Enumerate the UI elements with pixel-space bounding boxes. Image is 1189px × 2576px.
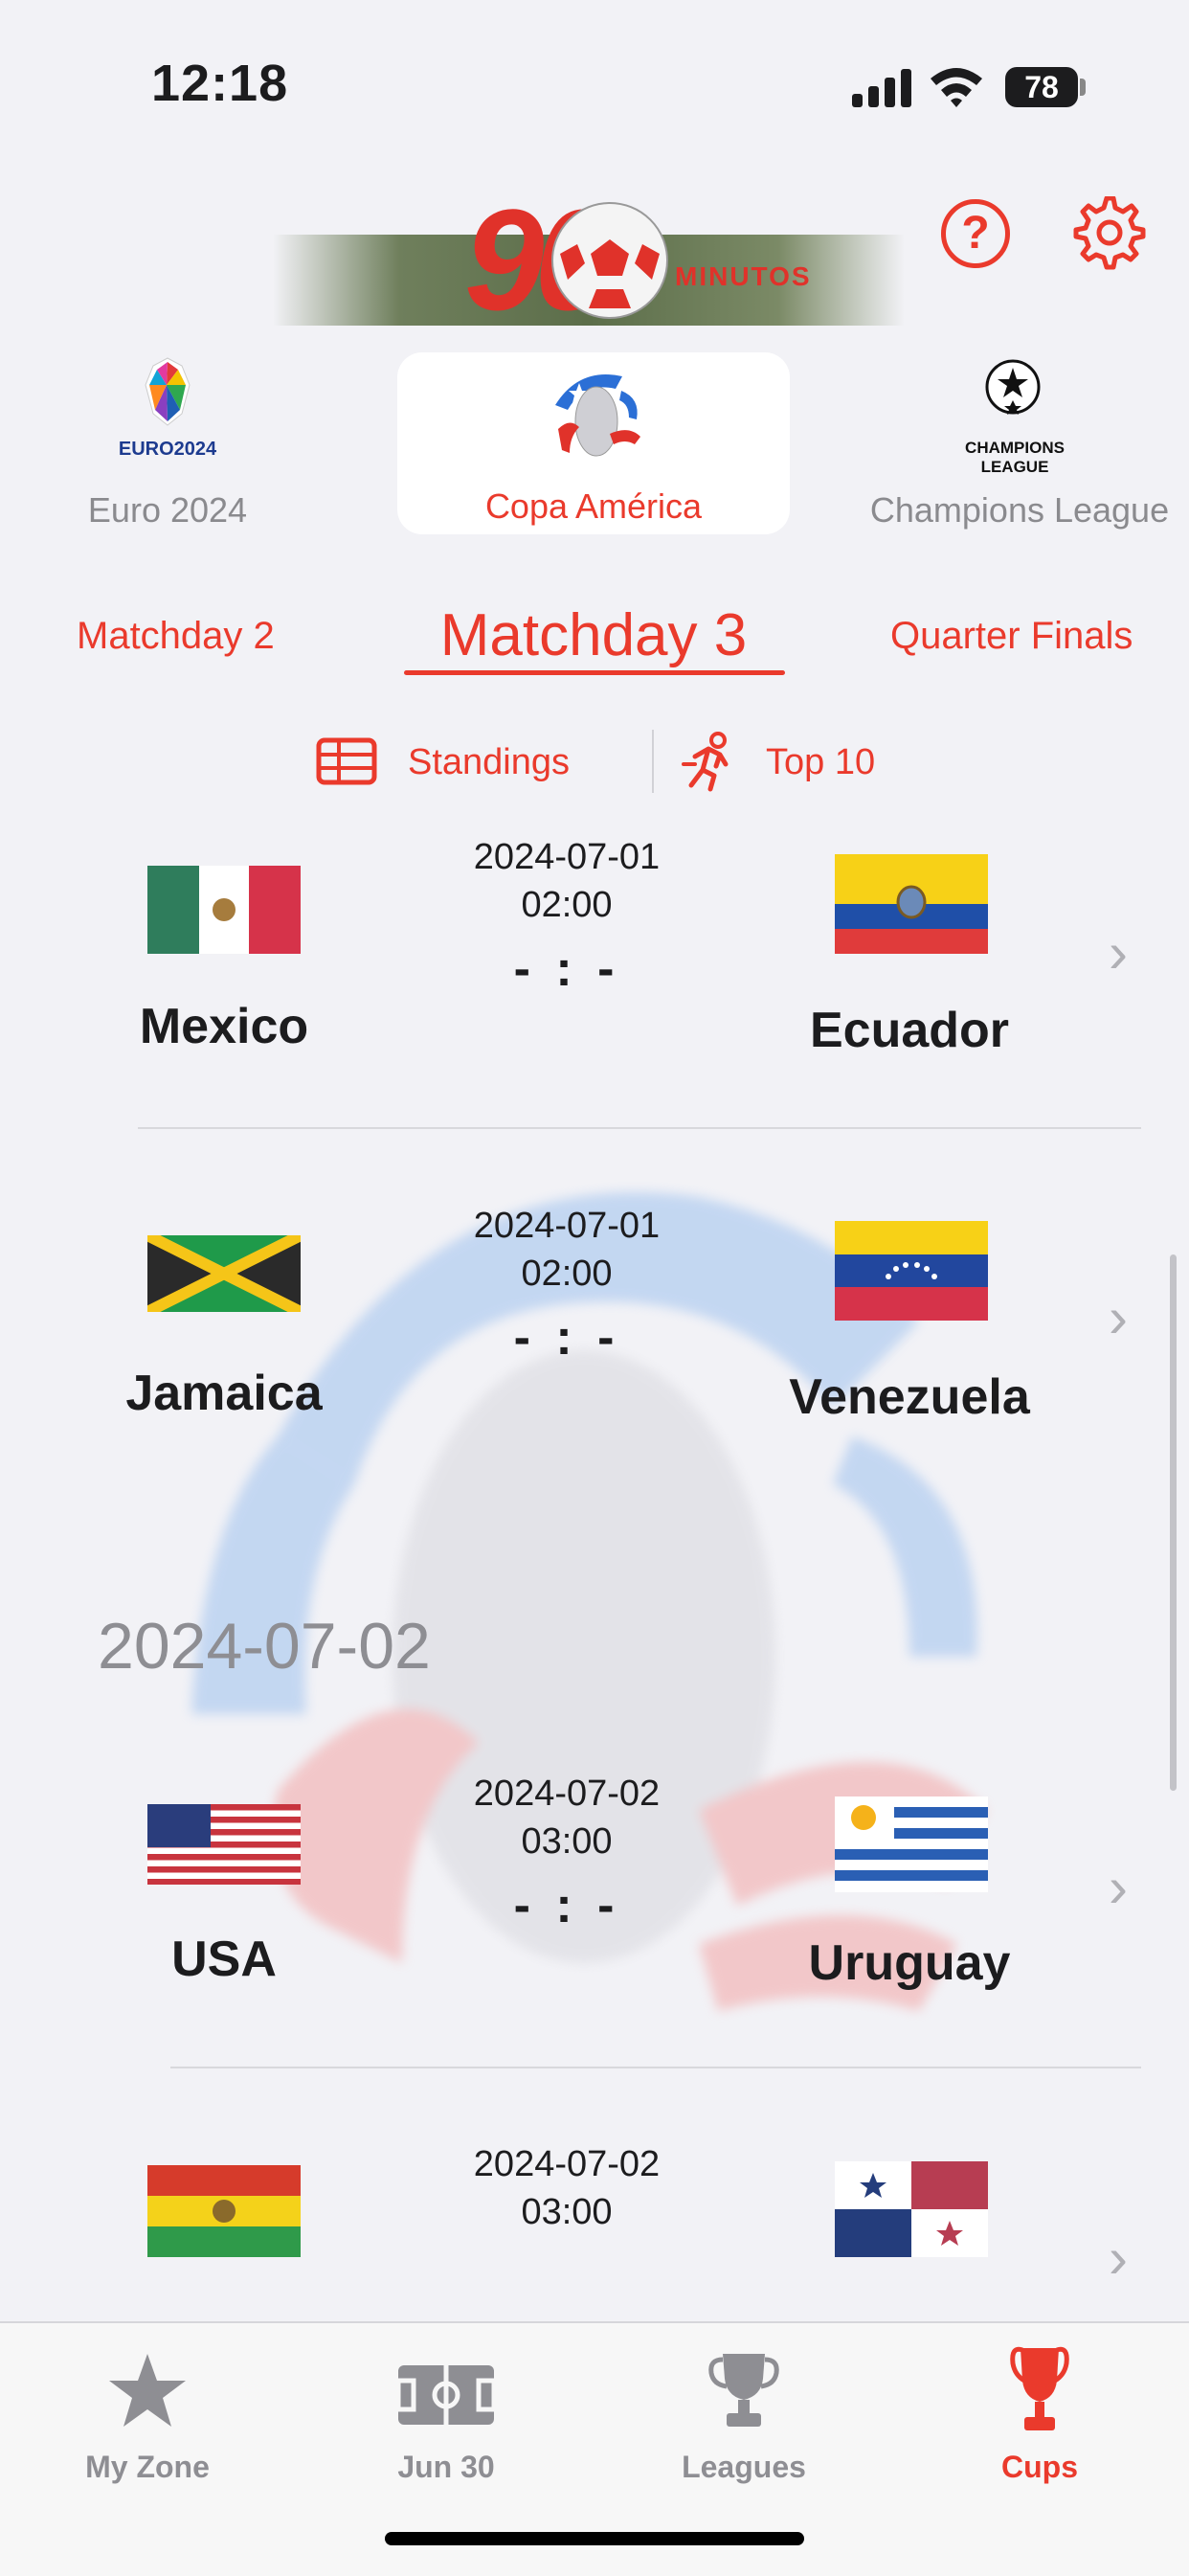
euro-2024-logo-icon [145,357,191,426]
flag-ecuador-icon [835,854,988,954]
copa-america-logo-icon [555,374,640,457]
standings-label: Standings [408,742,571,782]
match-time: 02:00 [521,1254,613,1294]
match-time: 03:00 [521,2192,613,2232]
tab-cups[interactable]: Cups [925,2342,1155,2486]
matchday-current[interactable]: Matchday 3 [402,601,785,669]
app-logo: 90 MINUTOS [273,177,905,340]
flag-panama-icon [835,2161,988,2257]
battery-tip [1080,79,1086,96]
runner-icon [682,732,729,792]
match-row[interactable]: Jamaica 2024-07-01 02:00 - : - Venezuela… [0,1192,1189,1499]
match-time: 03:00 [521,1821,613,1862]
tab-label: My Zone [85,2450,210,2484]
cup-euro-2024[interactable]: EURO2024 Euro 2024 [38,354,297,536]
home-team-name: Jamaica [125,1366,323,1421]
flag-mexico-icon [147,866,301,954]
match-date: 2024-07-02 [473,2144,661,2184]
away-team-name: Uruguay [808,1935,1011,1991]
champions-league-logo-icon [985,359,1041,415]
links-divider [652,730,654,793]
tab-jun-30[interactable]: Jun 30 [331,2342,561,2486]
tab-label: Leagues [682,2450,806,2484]
chevron-right-icon: › [1109,2226,1128,2290]
flag-bolivia-icon [147,2165,301,2257]
flag-jamaica-icon [147,1235,301,1312]
trophy-icon [708,2354,779,2427]
match-score: - : - [513,1878,620,1933]
logo-word: MINUTOS [675,261,812,291]
chevron-right-icon: › [1109,1855,1128,1919]
away-team-name: Venezuela [789,1369,1030,1425]
matchday-prev[interactable]: Matchday 2 [77,615,275,658]
match-score: - : - [513,941,620,997]
matchday-next[interactable]: Quarter Finals [890,615,1133,658]
chevron-right-icon: › [1109,1285,1128,1349]
match-row[interactable]: USA 2024-07-02 03:00 - : - Uruguay › [0,1762,1189,2068]
row-divider [170,2067,1141,2068]
cup-label-champions-league: Champions League [869,490,1170,530]
away-team-name: Ecuador [809,1003,1010,1058]
match-time: 02:00 [521,885,613,925]
help-button[interactable]: ? [941,199,1010,268]
cup-champions-league[interactable]: CHAMPIONS LEAGUE Champions League [842,354,1189,536]
tab-leagues[interactable]: Leagues [629,2342,859,2486]
top10-label: Top 10 [766,742,876,782]
matchday-underline [404,670,785,675]
cup-copa-america[interactable]: Copa América [397,352,790,534]
table-icon [316,737,377,785]
star-icon [109,2354,186,2427]
pitch-icon [396,2365,496,2425]
flag-venezuela-icon [835,1221,988,1321]
standings-link[interactable]: Standings [316,728,603,795]
match-row[interactable]: Mexico 2024-07-01 02:00 - : - Ecuador › [0,824,1189,1130]
cup-label-euro-2024: Euro 2024 [87,490,248,530]
flag-usa-icon [147,1804,301,1885]
wifi-icon [931,68,982,107]
home-indicator[interactable] [385,2532,804,2545]
row-divider [138,1127,1141,1129]
top10-link[interactable]: Top 10 [682,728,911,795]
signal-icon [852,69,911,107]
status-time: 12:18 [151,55,289,112]
home-team-name: USA [171,1932,277,1987]
champions-league-logo-text: CHAMPIONS LEAGUE [965,439,1065,476]
match-row[interactable]: 2024-07-02 03:00 › [0,2140,1189,2317]
soccer-ball-icon [551,202,668,319]
settings-gear-icon[interactable] [1072,196,1147,271]
match-date: 2024-07-01 [473,1206,661,1246]
scroll-indicator[interactable] [1170,1254,1177,1791]
cup-icon [1010,2346,1069,2430]
euro-2024-logo-text: EURO2024 [118,439,217,460]
match-date: 2024-07-01 [473,837,661,877]
tab-label: Cups [1001,2450,1078,2484]
date-section-header: 2024-07-02 [98,1610,431,1683]
battery-indicator: 78 [1005,67,1078,107]
tab-my-zone[interactable]: My Zone [33,2342,262,2486]
match-score: - : - [513,1310,620,1366]
chevron-right-icon: › [1109,920,1128,984]
cup-label-copa-america: Copa América [484,486,703,526]
flag-uruguay-icon [835,1796,988,1892]
tab-label: Jun 30 [397,2450,495,2484]
home-team-name: Mexico [139,999,309,1054]
match-date: 2024-07-02 [473,1774,661,1814]
